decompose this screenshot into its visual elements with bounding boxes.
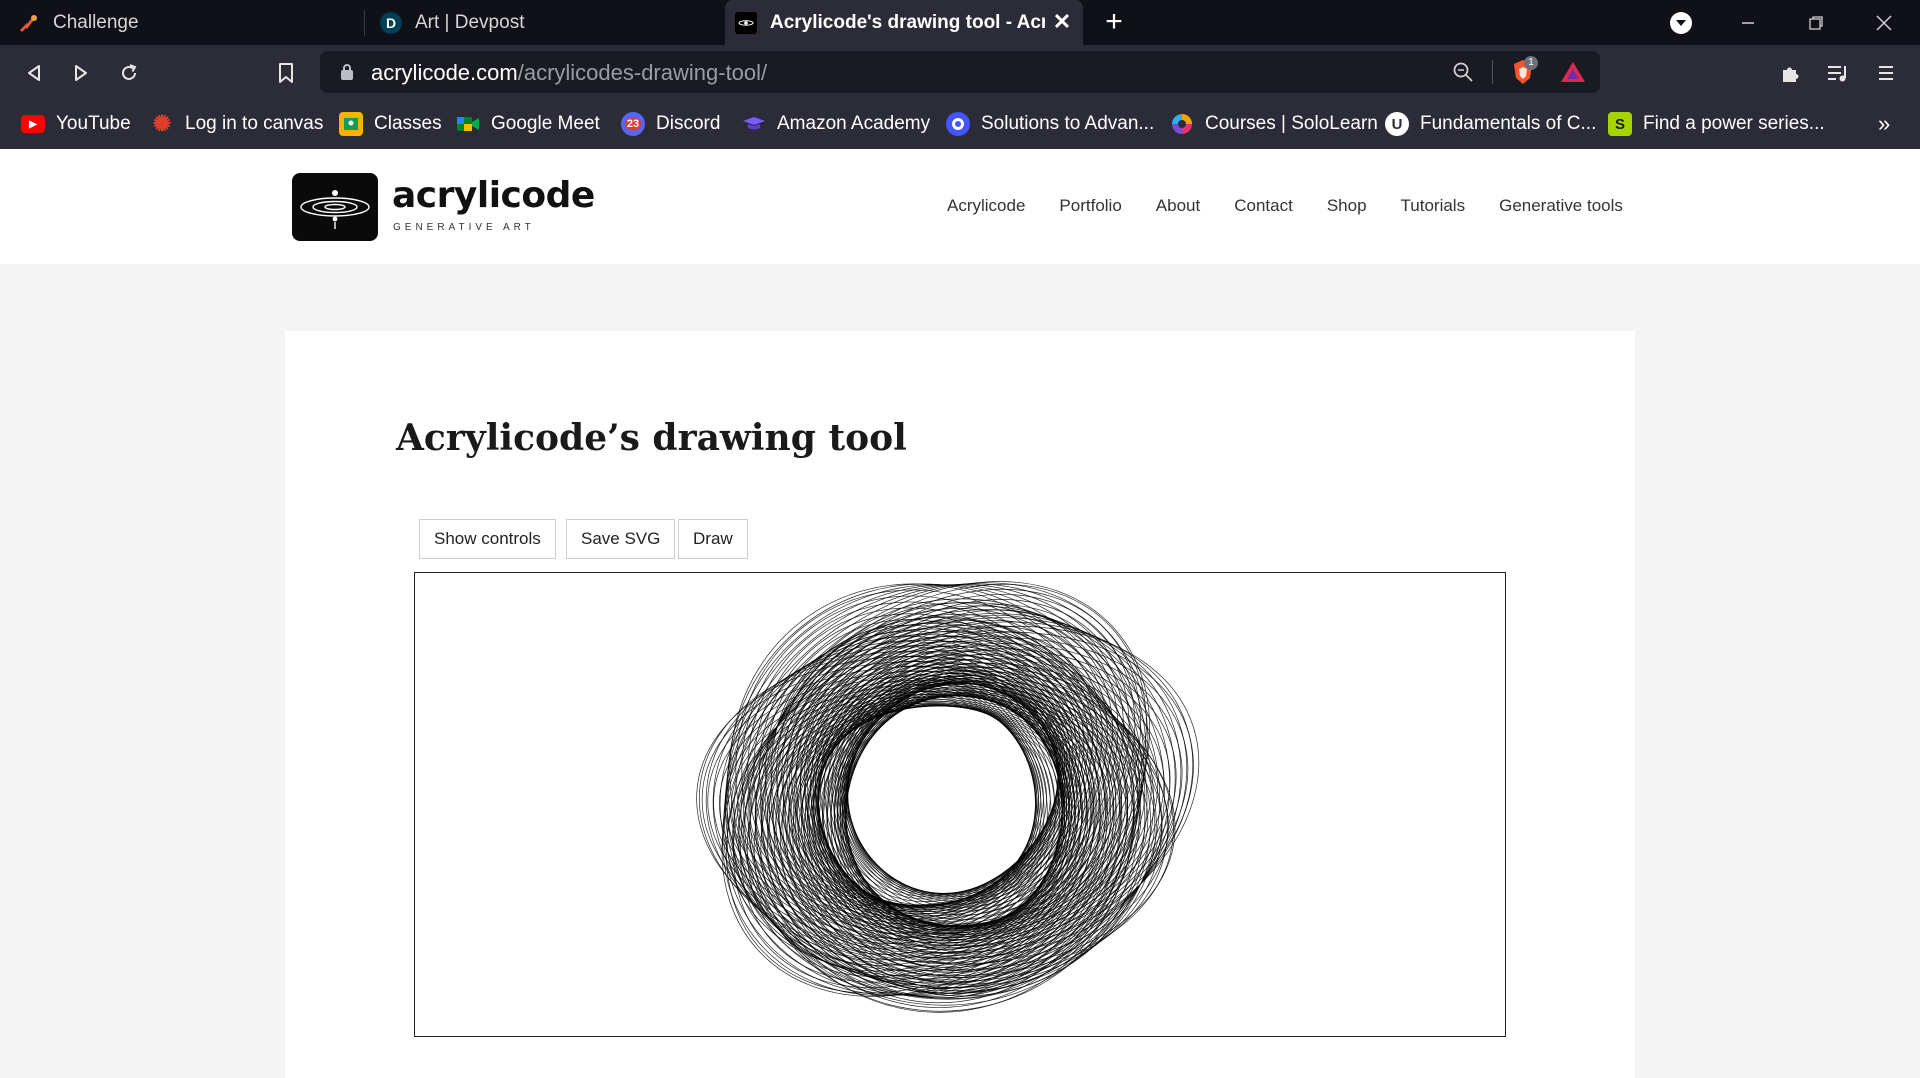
slader-icon: S (1608, 112, 1632, 136)
bookmark-amazon-academy[interactable]: Amazon Academy (742, 107, 930, 141)
url-path: /acrylicodes-drawing-tool/ (517, 60, 768, 85)
youtube-icon: ▶ (21, 115, 45, 133)
bookmark-label: Amazon Academy (777, 113, 931, 134)
show-controls-button[interactable]: Show controls (419, 519, 556, 559)
nav-generative-tools[interactable]: Generative tools (1499, 196, 1623, 216)
minimize-icon[interactable] (1714, 0, 1782, 45)
tab-search-icon[interactable] (1670, 12, 1692, 34)
save-svg-button[interactable]: Save SVG (566, 519, 676, 559)
bookmark-label: Classes (374, 113, 442, 134)
bookmark-label: Google Meet (491, 113, 600, 134)
extensions-icon[interactable] (1773, 55, 1809, 91)
drawing-stroke (770, 602, 1154, 992)
lock-icon (340, 63, 354, 86)
bookmark-label: Log in to canvas (185, 113, 324, 134)
content-card: Acrylicode’s drawing tool Show controls … (285, 331, 1635, 1078)
bookmark-label: Courses | SoloLearn (1205, 113, 1378, 134)
bookmark-google-meet[interactable]: Google Meet (456, 107, 600, 141)
bookmarks-bar: ▶ YouTube ✺ Log in to canvas Classes Goo… (0, 100, 1920, 149)
tab-title: Art | Devpost (415, 11, 525, 33)
quizlet-icon (946, 112, 970, 136)
bookmark-label: Discord (656, 113, 721, 134)
brave-shield-icon[interactable]: 1 (1510, 56, 1538, 86)
bookmark-label: Solutions to Advan... (981, 113, 1155, 134)
draw-button[interactable]: Draw (678, 519, 748, 559)
new-tab-button[interactable]: + (1098, 6, 1130, 38)
logo-tagline: GENERATIVE ART (393, 222, 535, 233)
bookmark-udemy[interactable]: U Fundamentals of C... (1385, 107, 1596, 141)
nav-acrylicode[interactable]: Acrylicode (947, 196, 1025, 216)
close-tab-icon[interactable]: ✕ (1051, 11, 1073, 33)
bookmark-label: Find a power series... (1643, 113, 1825, 134)
bookmark-label: Fundamentals of C... (1420, 113, 1597, 134)
devpost-favicon: D (380, 11, 402, 34)
bookmark-label: YouTube (56, 113, 131, 134)
close-window-icon[interactable] (1850, 0, 1918, 45)
tab-strip: Challenge D Art | Devpost Acrylicode's d… (0, 0, 1920, 45)
nav-about[interactable]: About (1156, 196, 1200, 216)
reload-icon[interactable] (111, 55, 147, 91)
bookmark-youtube[interactable]: ▶ YouTube (21, 107, 131, 141)
bookmark-sololearn[interactable]: Courses | SoloLearn (1170, 107, 1378, 141)
logo-wordmark[interactable]: acrylicode (392, 175, 595, 216)
tab-divider (364, 10, 365, 36)
meet-icon (456, 112, 480, 136)
amazon-academy-icon (742, 112, 766, 136)
canvas-icon: ✺ (152, 111, 172, 136)
shield-badge: 1 (1524, 56, 1538, 70)
bookmark-quizlet[interactable]: Solutions to Advan... (946, 107, 1154, 141)
tab-challenge[interactable]: Challenge (18, 0, 363, 45)
bookmark-canvas[interactable]: ✺ Log in to canvas (150, 107, 324, 141)
restore-icon[interactable] (1782, 0, 1850, 45)
challenge-favicon (18, 12, 40, 34)
tab-devpost[interactable]: D Art | Devpost (380, 0, 718, 45)
discord-icon: 23 (621, 112, 645, 136)
classroom-icon (339, 112, 363, 136)
bookmark-power-series[interactable]: S Find a power series... (1608, 107, 1825, 141)
drawing-canvas[interactable] (414, 572, 1506, 1037)
brave-rewards-icon[interactable] (1560, 61, 1586, 88)
address-bar[interactable]: acrylicode.com/acrylicodes-drawing-tool/… (320, 51, 1600, 93)
forward-icon[interactable] (63, 55, 99, 91)
sololearn-icon (1170, 112, 1194, 136)
drawing-stroke (744, 613, 1182, 986)
nav-tutorials[interactable]: Tutorials (1401, 196, 1466, 216)
media-queue-icon[interactable] (1820, 55, 1856, 91)
url-text[interactable]: acrylicode.com/acrylicodes-drawing-tool/ (371, 60, 767, 86)
bookmark-classes[interactable]: Classes (339, 107, 442, 141)
nav-shop[interactable]: Shop (1327, 196, 1367, 216)
tab-title: Acrylicode's drawing tool - Acrylic (770, 11, 1045, 33)
nav-portfolio[interactable]: Portfolio (1059, 196, 1121, 216)
nav-contact[interactable]: Contact (1234, 196, 1293, 216)
acrylicode-logo-icon[interactable] (292, 173, 378, 241)
main-nav: Acrylicode Portfolio About Contact Shop … (947, 196, 1657, 216)
tab-title: Challenge (53, 11, 139, 33)
bookmark-icon[interactable] (268, 55, 304, 91)
address-divider (1492, 60, 1493, 84)
acrylicode-favicon (735, 11, 757, 34)
udemy-icon: U (1385, 112, 1409, 136)
back-icon[interactable] (16, 55, 52, 91)
generative-drawing (696, 581, 1200, 1013)
menu-icon[interactable] (1868, 55, 1904, 91)
bookmark-discord[interactable]: 23 Discord (621, 107, 720, 141)
url-host: acrylicode.com (371, 60, 518, 85)
browser-toolbar: acrylicode.com/acrylicodes-drawing-tool/… (0, 45, 1920, 100)
tab-acrylicode[interactable]: Acrylicode's drawing tool - Acrylic ✕ (725, 0, 1083, 45)
zoom-icon[interactable] (1452, 61, 1474, 88)
site-header: acrylicode GENERATIVE ART Acrylicode Por… (0, 149, 1920, 264)
drawing-stroke (760, 601, 1165, 994)
page-title: Acrylicode’s drawing tool (396, 417, 907, 459)
more-bookmarks-chevron-icon[interactable]: » (1878, 107, 1890, 141)
